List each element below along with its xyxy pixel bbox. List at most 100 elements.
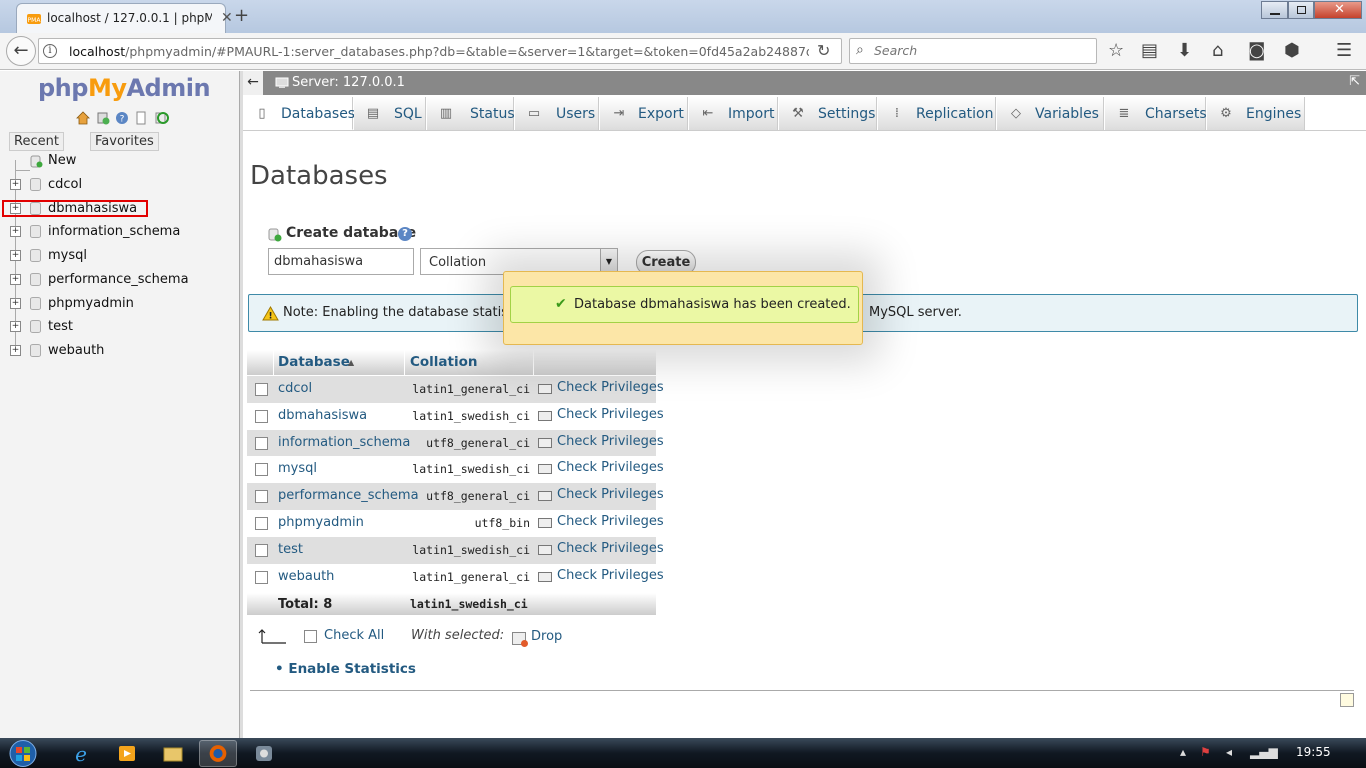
expand-icon[interactable]: + bbox=[10, 250, 21, 261]
sidebar-item-performance-schema[interactable]: + performance_schema bbox=[0, 269, 240, 291]
check-all-checkbox[interactable] bbox=[304, 630, 317, 643]
network-icon[interactable]: ▂▄▆ bbox=[1250, 745, 1278, 759]
tab-charsets[interactable]: ≣ Charsets bbox=[1105, 97, 1207, 130]
check-privileges-link[interactable]: Check Privileges bbox=[557, 434, 664, 449]
row-checkbox[interactable] bbox=[255, 544, 268, 557]
sidebar-item-phpmyadmin[interactable]: + phpmyadmin bbox=[0, 293, 240, 315]
close-window-button[interactable]: ✕ bbox=[1314, 1, 1362, 19]
media-player-icon[interactable] bbox=[108, 740, 146, 767]
reload-icon[interactable]: ↻ bbox=[817, 41, 830, 60]
sidebar-item-information-schema[interactable]: + information_schema bbox=[0, 221, 240, 243]
panel-splitter[interactable] bbox=[240, 71, 243, 738]
row-checkbox[interactable] bbox=[255, 517, 268, 530]
action-center-icon[interactable]: ⚑ bbox=[1200, 745, 1211, 759]
minimize-button[interactable] bbox=[1261, 1, 1288, 19]
database-link[interactable]: information_schema bbox=[278, 435, 410, 450]
row-checkbox[interactable] bbox=[255, 571, 268, 584]
search-bar[interactable]: ⌕ bbox=[849, 38, 1097, 64]
file-explorer-icon[interactable] bbox=[154, 740, 192, 767]
success-toast[interactable]: ✔ Database dbmahasiswa has been created. bbox=[503, 271, 863, 345]
collapse-panel-icon[interactable]: ← bbox=[243, 71, 263, 95]
sidebar-item-new[interactable]: New bbox=[0, 150, 240, 172]
database-link[interactable]: dbmahasiswa bbox=[278, 408, 367, 423]
search-input[interactable] bbox=[874, 43, 1084, 58]
show-hidden-icons-icon[interactable]: ▴ bbox=[1180, 745, 1186, 759]
sidebar-item-cdcol[interactable]: + cdcol bbox=[0, 174, 240, 196]
database-link[interactable]: performance_schema bbox=[278, 488, 419, 503]
tab-close-icon[interactable]: ✕ bbox=[221, 10, 235, 26]
expand-icon[interactable]: + bbox=[10, 226, 21, 237]
sidebar-item-webauth[interactable]: + webauth bbox=[0, 340, 240, 362]
xampp-control-icon[interactable] bbox=[245, 740, 283, 767]
tab-users[interactable]: ▭ Users bbox=[515, 97, 599, 130]
expand-icon[interactable]: + bbox=[10, 298, 21, 309]
console-icon[interactable] bbox=[1340, 693, 1354, 707]
volume-icon[interactable]: ◂ bbox=[1226, 745, 1232, 759]
start-button-icon[interactable] bbox=[3, 739, 43, 768]
enable-statistics-link[interactable]: • Enable Statistics bbox=[275, 661, 416, 677]
documentation-icon[interactable] bbox=[134, 111, 148, 125]
check-privileges-link[interactable]: Check Privileges bbox=[557, 380, 664, 395]
expand-icon[interactable]: + bbox=[10, 321, 21, 332]
bookmark-star-icon[interactable]: ☆ bbox=[1108, 40, 1124, 61]
database-name-input[interactable] bbox=[268, 248, 414, 275]
row-checkbox[interactable] bbox=[255, 463, 268, 476]
firefox-icon[interactable] bbox=[199, 740, 237, 767]
downloads-icon[interactable]: ⬇ bbox=[1177, 40, 1192, 61]
tab-settings[interactable]: ⚒ Settings bbox=[779, 97, 877, 130]
row-checkbox[interactable] bbox=[255, 410, 268, 423]
home-icon[interactable] bbox=[76, 111, 90, 125]
check-all-link[interactable]: Check All bbox=[324, 628, 384, 643]
table-header-database[interactable]: Database ▲ bbox=[274, 350, 404, 375]
check-privileges-link[interactable]: Check Privileges bbox=[557, 460, 664, 475]
site-info-icon[interactable]: i bbox=[43, 44, 57, 58]
database-link[interactable]: cdcol bbox=[278, 381, 312, 396]
pocket-icon[interactable]: ◙ bbox=[1248, 40, 1265, 61]
check-privileges-link[interactable]: Check Privileges bbox=[557, 541, 664, 556]
row-checkbox[interactable] bbox=[255, 437, 268, 450]
tab-replication[interactable]: ⁞ Replication bbox=[878, 97, 996, 130]
tab-status[interactable]: ▥ Status bbox=[427, 97, 515, 130]
help-icon[interactable]: ? bbox=[115, 111, 129, 125]
check-privileges-link[interactable]: Check Privileges bbox=[557, 568, 664, 583]
back-icon[interactable]: ← bbox=[6, 36, 36, 66]
reload-nav-icon[interactable] bbox=[156, 111, 170, 125]
row-checkbox[interactable] bbox=[255, 490, 268, 503]
reading-list-icon[interactable]: ▤ bbox=[1141, 40, 1158, 61]
maximize-button[interactable] bbox=[1288, 1, 1314, 19]
browser-tab[interactable]: PMA localhost / 127.0.0.1 | phpMy ✕ bbox=[16, 3, 233, 33]
recent-tab[interactable]: Recent bbox=[9, 132, 64, 151]
logout-icon[interactable] bbox=[96, 111, 110, 125]
sidebar-item-mysql[interactable]: + mysql bbox=[0, 245, 240, 267]
tab-import[interactable]: ⇤ Import bbox=[689, 97, 778, 130]
tab-variables[interactable]: ◇ Variables bbox=[997, 97, 1104, 130]
expand-icon[interactable]: + bbox=[10, 274, 21, 285]
database-link[interactable]: mysql bbox=[278, 461, 317, 476]
table-header-collation[interactable]: Collation bbox=[405, 350, 533, 375]
menu-icon[interactable]: ☰ bbox=[1336, 40, 1352, 61]
database-link[interactable]: phpmyadmin bbox=[278, 515, 364, 530]
favorites-tab[interactable]: Favorites bbox=[90, 132, 159, 151]
clock[interactable]: 19:55 bbox=[1296, 745, 1331, 759]
database-link[interactable]: test bbox=[278, 542, 303, 557]
sidebar-item-test[interactable]: + test bbox=[0, 316, 240, 338]
collapse-top-icon[interactable]: ⇱ bbox=[1349, 74, 1360, 89]
home-icon[interactable]: ⌂ bbox=[1212, 40, 1223, 61]
check-privileges-link[interactable]: Check Privileges bbox=[557, 407, 664, 422]
tab-databases[interactable]: ▯ Databases bbox=[243, 97, 355, 130]
help-icon[interactable]: ? bbox=[398, 227, 412, 241]
server-label[interactable]: Server: 127.0.0.1 bbox=[292, 75, 405, 90]
drop-button[interactable]: Drop bbox=[531, 629, 562, 644]
internet-explorer-icon[interactable]: e bbox=[62, 740, 100, 767]
row-checkbox[interactable] bbox=[255, 383, 268, 396]
check-privileges-link[interactable]: Check Privileges bbox=[557, 487, 664, 502]
adblock-icon[interactable]: ⬢ bbox=[1284, 40, 1300, 61]
tab-engines[interactable]: ⚙ Engines bbox=[1207, 97, 1305, 130]
expand-icon[interactable]: + bbox=[10, 179, 21, 190]
tab-sql[interactable]: ▤ SQL bbox=[354, 97, 426, 130]
database-link[interactable]: webauth bbox=[278, 569, 334, 584]
tab-export[interactable]: ⇥ Export bbox=[600, 97, 688, 130]
expand-icon[interactable]: + bbox=[10, 345, 21, 356]
url-bar[interactable]: i localhost/phpmyadmin/#PMAURL-1:server_… bbox=[38, 38, 842, 64]
new-tab-icon[interactable]: + bbox=[234, 5, 249, 26]
